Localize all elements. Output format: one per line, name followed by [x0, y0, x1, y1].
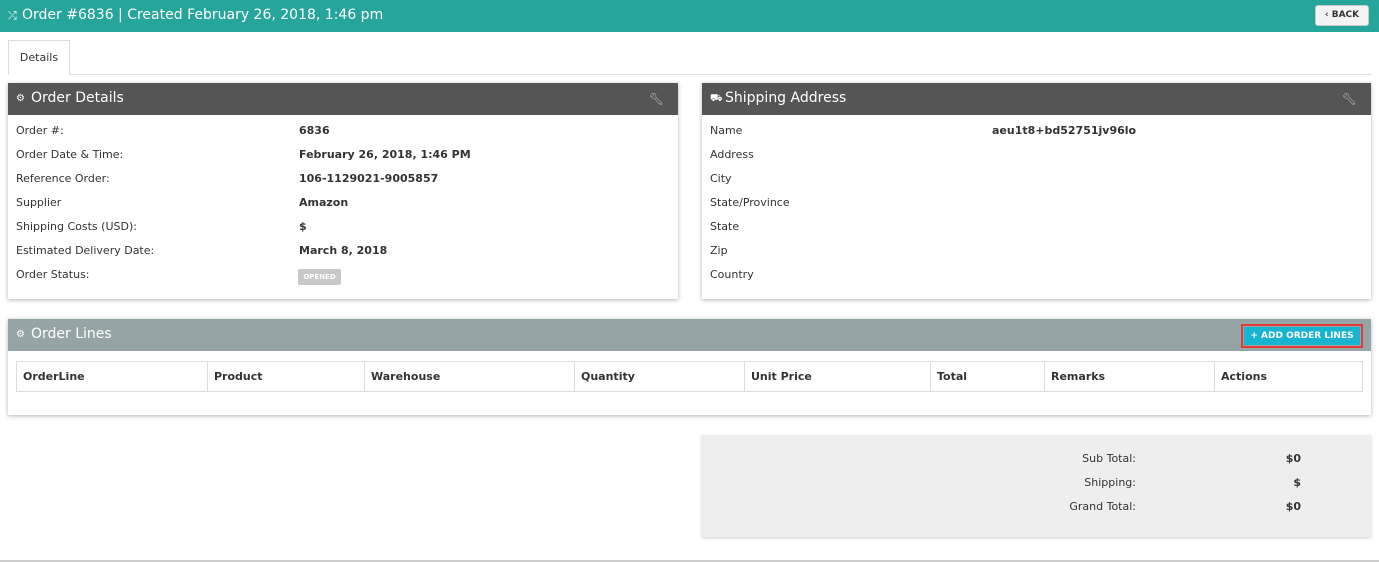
wrench-icon[interactable]: 🔧︎ [1342, 92, 1357, 106]
top-bar: ⤮ Order #6836 | Created February 26, 201… [0, 0, 1379, 32]
column-header-orderline[interactable]: OrderLine [16, 361, 208, 392]
column-header-product[interactable]: Product [207, 361, 365, 392]
column-header-total[interactable]: Total [930, 361, 1045, 392]
shipping-costs-label: Shipping Costs (USD): [16, 220, 137, 233]
country-label: Country [710, 268, 754, 281]
truck-icon: ⛟ [710, 93, 723, 104]
name-value: aeu1t8+bd52751jv96lo [992, 124, 1137, 137]
state-province-label: State/Province [710, 196, 790, 209]
cogs-icon: ⚙ [16, 93, 25, 104]
order-lines-panel: ⚙ Order Lines + ADD ORDER LINES OrderLin… [8, 319, 1371, 415]
shuffle-icon: ⤮ [8, 9, 17, 22]
page-title: Order #6836 | Created February 26, 2018,… [22, 7, 384, 23]
tabs-divider [8, 74, 1371, 75]
back-button[interactable]: ‹ BACK [1315, 5, 1369, 26]
status-badge: OPENED [298, 269, 341, 285]
shipping-address-header: ⛟ Shipping Address 🔧︎ [702, 83, 1371, 115]
wrench-icon[interactable]: 🔧︎ [649, 92, 664, 106]
supplier-label: Supplier [16, 196, 62, 209]
sub-total-value: $0 [1285, 452, 1301, 465]
supplier-value: Amazon [299, 196, 349, 209]
order-summary: Sub Total: $0 Shipping: $ Grand Total: $… [702, 435, 1371, 537]
shipping-value: $ [1293, 476, 1301, 489]
column-header-warehouse[interactable]: Warehouse [364, 361, 575, 392]
order-number-value: 6836 [299, 124, 330, 137]
column-header-quantity[interactable]: Quantity [574, 361, 745, 392]
shipping-address-title: Shipping Address [725, 90, 847, 106]
add-order-lines-button[interactable]: + ADD ORDER LINES [1244, 327, 1360, 345]
order-details-panel: ⚙ Order Details 🔧︎ Order #: 6836 Order D… [8, 83, 678, 299]
state-label: State [710, 220, 740, 233]
shipping-costs-value: $ [299, 220, 307, 233]
order-date-label: Order Date & Time: [16, 148, 124, 161]
grand-total-value: $0 [1285, 500, 1301, 513]
column-header-unit-price[interactable]: Unit Price [744, 361, 931, 392]
address-label: Address [710, 148, 754, 161]
order-lines-title: Order Lines [31, 326, 112, 342]
column-header-remarks[interactable]: Remarks [1044, 361, 1215, 392]
column-header-actions: Actions [1214, 361, 1363, 392]
order-status-label: Order Status: [16, 268, 90, 281]
cogs-icon: ⚙ [16, 329, 25, 340]
shipping-address-panel: ⛟ Shipping Address 🔧︎ Name aeu1t8+bd5275… [702, 83, 1371, 299]
sub-total-label: Sub Total: [1082, 452, 1136, 465]
zip-label: Zip [710, 244, 728, 257]
add-order-lines-highlight: + ADD ORDER LINES [1241, 324, 1363, 348]
reference-order-value: 106-1129021-9005857 [299, 172, 439, 185]
order-number-label: Order #: [16, 124, 64, 137]
delivery-date-value: March 8, 2018 [299, 244, 388, 257]
order-details-header: ⚙ Order Details 🔧︎ [8, 83, 678, 115]
name-label: Name [710, 124, 743, 137]
order-details-title: Order Details [31, 90, 124, 106]
table-header-row: OrderLine Product Warehouse Quantity Uni… [16, 361, 1363, 392]
reference-order-label: Reference Order: [16, 172, 110, 185]
city-label: City [710, 172, 732, 185]
order-lines-header: ⚙ Order Lines + ADD ORDER LINES [8, 319, 1371, 351]
delivery-date-label: Estimated Delivery Date: [16, 244, 155, 257]
order-date-value: February 26, 2018, 1:46 PM [299, 148, 471, 161]
tab-details[interactable]: Details [8, 40, 70, 75]
shipping-label: Shipping: [1084, 476, 1136, 489]
grand-total-label: Grand Total: [1069, 500, 1136, 513]
order-lines-table: OrderLine Product Warehouse Quantity Uni… [16, 361, 1363, 392]
